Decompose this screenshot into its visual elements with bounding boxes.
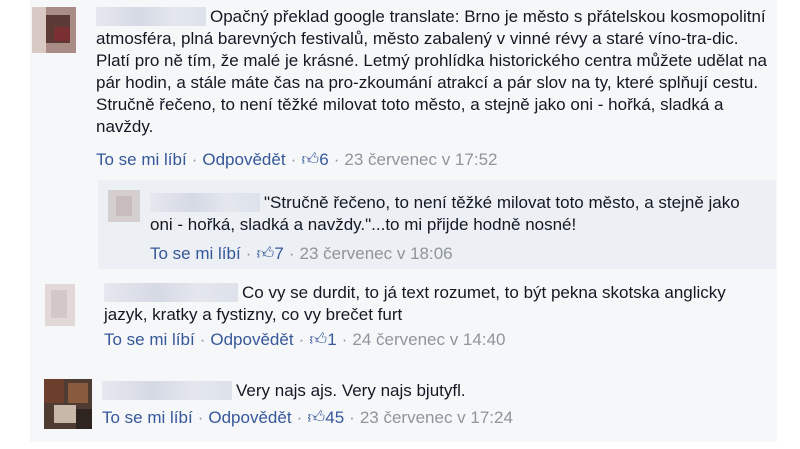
like-count[interactable]: 45 <box>325 408 344 427</box>
reply-text: "Stručně řečeno, to není těžké milovat t… <box>150 193 740 234</box>
like-link[interactable]: To se mi líbí <box>102 408 193 427</box>
thumbs-up-icon[interactable]: 👍︎ <box>301 149 319 171</box>
like-count[interactable]: 7 <box>274 244 283 263</box>
thumbs-up-icon[interactable]: 👍︎ <box>309 329 327 351</box>
reply-link[interactable]: Odpovědět <box>210 330 293 349</box>
thumbs-up-icon[interactable]: 👍︎ <box>256 243 274 265</box>
timestamp[interactable]: 24 červenec v 14:40 <box>352 330 505 349</box>
like-count[interactable]: 6 <box>319 150 328 169</box>
like-link[interactable]: To se mi líbí <box>150 244 241 263</box>
avatar[interactable] <box>108 190 140 222</box>
like-count[interactable]: 1 <box>327 330 336 349</box>
like-link[interactable]: To se mi líbí <box>96 150 187 169</box>
timestamp[interactable]: 23 červenec v 17:24 <box>360 408 513 427</box>
comment-actions: To se mi líbí · Odpovědět · 👍︎45 · 23 červenec… <box>102 407 513 429</box>
comment-actions: To se mi líbí · Odpovědět · 👍︎1 · 24 červenec … <box>104 329 506 351</box>
comment-text: Co vy se durdit, to já text rozumet, to … <box>104 283 726 324</box>
author-name[interactable] <box>104 283 238 302</box>
thumbs-up-icon[interactable]: 👍︎ <box>307 407 325 429</box>
avatar[interactable] <box>44 379 92 429</box>
reply-actions: To se mi líbí · 👍︎7 · 23 červenec v 18:06 <box>150 243 453 265</box>
timestamp[interactable]: 23 červenec v 17:52 <box>344 150 497 169</box>
avatar[interactable] <box>32 7 76 53</box>
comment-actions: To se mi líbí · Odpovědět · 👍︎6 · 23 červenec … <box>96 149 498 171</box>
reply-link[interactable]: Odpovědět <box>208 408 291 427</box>
avatar[interactable] <box>45 284 75 326</box>
like-link[interactable]: To se mi líbí <box>104 330 195 349</box>
comment-text: Opačný překlad google translate: Brno je… <box>96 7 767 136</box>
author-name[interactable] <box>96 7 206 26</box>
author-name[interactable] <box>102 381 232 400</box>
reply-link[interactable]: Odpovědět <box>202 150 285 169</box>
author-name[interactable] <box>150 193 260 212</box>
comment-text: Very najs ajs. Very najs bjutyfl. <box>102 380 762 402</box>
timestamp[interactable]: 23 červenec v 18:06 <box>300 244 453 263</box>
